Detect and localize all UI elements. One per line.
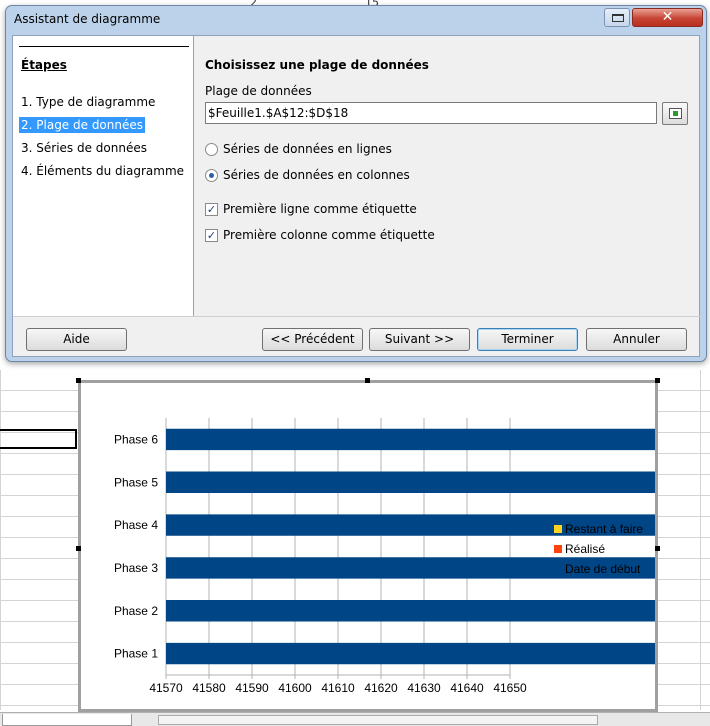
finish-button[interactable]: Terminer: [477, 328, 578, 351]
x-tick-label: 41610: [321, 681, 355, 695]
checkbox-icon[interactable]: ✓: [205, 202, 218, 216]
checkbox-first-row-label[interactable]: ✓ Première ligne comme étiquette: [205, 201, 417, 217]
radio-icon[interactable]: [205, 168, 218, 182]
step-chart-type[interactable]: 1. Type de diagramme: [19, 94, 157, 110]
footer-divider: [13, 316, 701, 317]
grid-line: [0, 370, 1, 710]
x-tick-label: 41580: [192, 681, 226, 695]
legend-swatch: [554, 545, 562, 553]
shrink-icon: [669, 108, 682, 119]
x-tick-label: 41590: [235, 681, 269, 695]
title-bar[interactable]: Assistant de diagramme ✕: [6, 6, 706, 34]
resize-handle[interactable]: [76, 378, 81, 383]
resize-handle[interactable]: [655, 378, 660, 383]
checkbox-label: Première ligne comme étiquette: [223, 202, 417, 216]
step-data-series[interactable]: 3. Séries de données: [19, 140, 149, 156]
x-tick-label: 41630: [407, 681, 441, 695]
chart: 41570 41580 41590 41600 41610 41620 41630 41640…: [114, 418, 655, 695]
help-button[interactable]: Aide: [26, 328, 127, 351]
x-tick-label: 41570: [149, 681, 183, 695]
radio-label: Séries de données en colonnes: [223, 168, 410, 182]
dialog-title: Assistant de diagramme: [14, 12, 161, 26]
steps-panel: Étapes 1. Type de diagramme 2. Plage de …: [13, 36, 194, 316]
x-tick-label: 41600: [278, 681, 312, 695]
x-tick-label: 41620: [364, 681, 398, 695]
restore-button[interactable]: [604, 8, 630, 27]
resize-handle[interactable]: [365, 378, 370, 383]
x-tick-label: 41650: [493, 681, 527, 695]
selected-cell[interactable]: [0, 429, 77, 449]
bar-segment: [166, 600, 655, 622]
radio-series-rows[interactable]: Séries de données en lignes: [205, 141, 392, 157]
checkbox-label: Première colonne comme étiquette: [223, 228, 435, 242]
legend-swatch: [554, 565, 562, 573]
step-chart-elements[interactable]: 4. Éléments du diagramme: [19, 163, 186, 179]
legend-label: Date de début: [565, 562, 641, 576]
legend-label: Réalisé: [565, 542, 605, 556]
category-label: Phase 3: [114, 561, 158, 575]
cancel-button[interactable]: Annuler: [586, 328, 687, 351]
previous-button[interactable]: << Précédent: [262, 328, 363, 351]
resize-handle[interactable]: [655, 546, 660, 551]
radio-icon[interactable]: [205, 142, 218, 156]
restore-icon: [612, 14, 624, 22]
x-tick-label: 41640: [450, 681, 484, 695]
category-label: Phase 6: [114, 432, 158, 446]
sheet-tab[interactable]: [2, 714, 132, 726]
radio-series-columns[interactable]: Séries de données en colonnes: [205, 167, 410, 183]
category-label: Phase 1: [114, 647, 158, 661]
data-range-panel: Choisissez une plage de données Plage de…: [195, 36, 699, 316]
sheet-bottom-bar: [0, 712, 710, 726]
dialog-body: Étapes 1. Type de diagramme 2. Plage de …: [12, 35, 701, 357]
bar-segment: [166, 471, 655, 493]
chart-wizard-dialog: Assistant de diagramme ✕ Étapes 1. Type …: [5, 5, 707, 362]
data-range-label: Plage de données: [205, 84, 312, 98]
steps-title: Étapes: [21, 58, 67, 72]
legend-label: Restant à faire: [565, 522, 643, 536]
category-label: Phase 2: [114, 604, 158, 618]
data-range-input[interactable]: $Feuille1.$A$12:$D$18: [205, 102, 657, 124]
radio-label: Séries de données en lignes: [223, 142, 392, 156]
select-range-button[interactable]: [662, 102, 688, 125]
cell-grid-right[interactable]: [656, 370, 710, 710]
cell-grid-left[interactable]: [0, 370, 78, 710]
next-button[interactable]: Suivant >>: [369, 328, 470, 351]
category-label: Phase 5: [114, 475, 158, 489]
resize-handle[interactable]: [76, 546, 81, 551]
legend-swatch: [554, 525, 562, 533]
checkbox-first-col-label[interactable]: ✓ Première colonne comme étiquette: [205, 227, 435, 243]
section-title: Choisissez une plage de données: [205, 58, 429, 72]
bar-segment: [166, 642, 655, 665]
category-label: Phase 4: [114, 518, 158, 532]
step-data-range[interactable]: 2. Plage de données: [19, 117, 146, 133]
bar-segment: [166, 428, 655, 451]
grid-line: [700, 370, 701, 710]
close-button[interactable]: ✕: [632, 8, 703, 27]
steps-divider: [19, 46, 189, 47]
chart-frame[interactable]: 41570 41580 41590 41600 41610 41620 41630 41640…: [78, 380, 658, 712]
horizontal-scrollbar[interactable]: [158, 715, 598, 725]
checkbox-icon[interactable]: ✓: [205, 228, 218, 242]
